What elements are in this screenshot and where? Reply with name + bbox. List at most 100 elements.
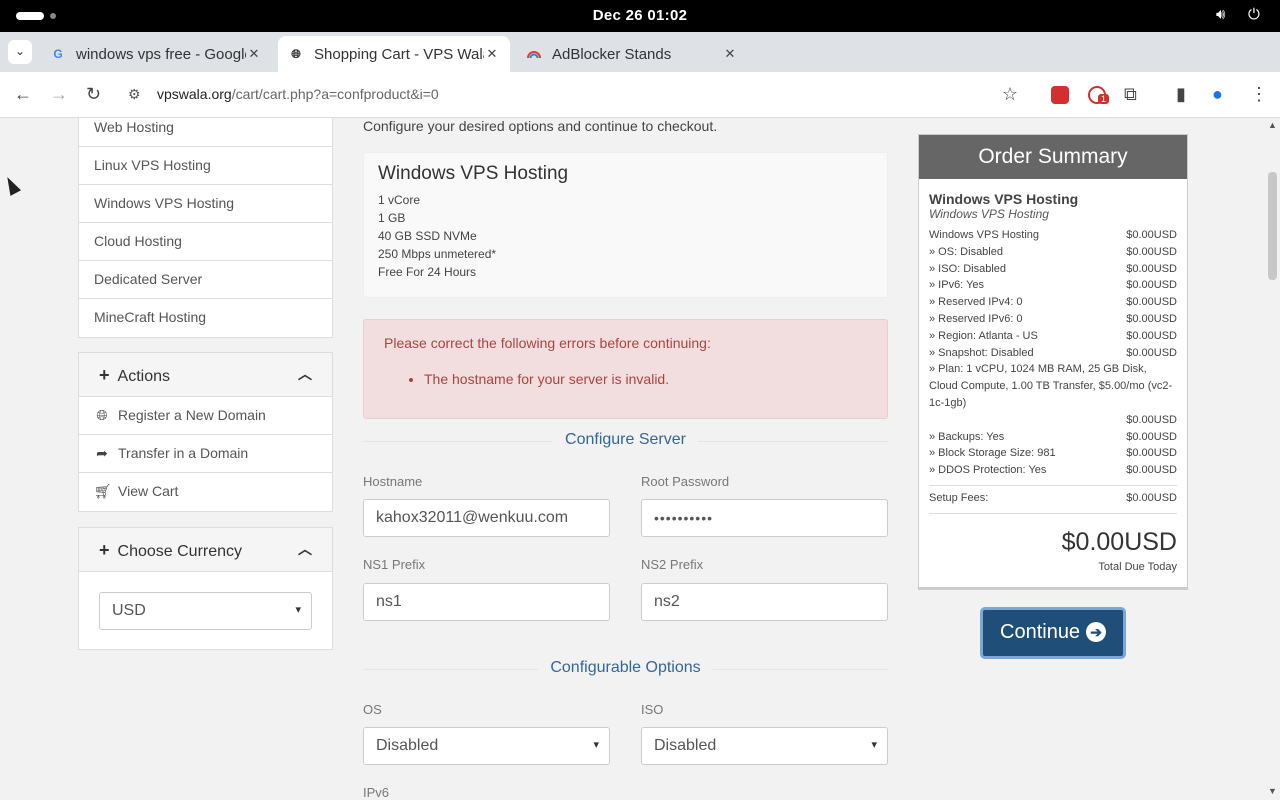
root-password-input[interactable]: •••••••••• — [641, 499, 888, 537]
reload-icon[interactable]: ↻ — [86, 84, 101, 104]
summary-line: » OS: Disabled $0.00USD — [929, 244, 1177, 261]
currency-select[interactable]: USD ▾ — [99, 592, 312, 630]
tab-adblocker[interactable]: AdBlocker Stands ✕ — [516, 36, 748, 72]
summary-line-label: » Backups: Yes — [929, 430, 1005, 443]
action-label: Transfer in a Domain — [118, 445, 249, 461]
configurable-options-heading: Configurable Options — [363, 659, 888, 677]
system-top-bar: Dec 26 01:02 🔊︎ ⏻ — [0, 0, 1280, 32]
os-select[interactable]: Disabled ▾ — [363, 727, 610, 765]
summary-line: » ISO: Disabled $0.00USD — [929, 261, 1177, 278]
scroll-down-arrow-icon[interactable]: ▼ — [1268, 786, 1277, 796]
profile-avatar-icon[interactable]: ● — [1212, 84, 1223, 104]
currency-panel-header[interactable]: + Choose Currency ︿ — [79, 528, 332, 572]
tab-google-search[interactable]: G windows vps free - Google ✕ — [40, 36, 272, 72]
root-password-label: Root Password — [641, 474, 730, 489]
summary-line-plan: » Plan: 1 vCPU, 1024 MB RAM, 25 GB Disk,… — [929, 361, 1177, 411]
summary-line-amount: $0.00USD — [1126, 346, 1177, 359]
chevron-down-icon: ▾ — [871, 739, 877, 751]
scroll-up-arrow-icon[interactable]: ▲ — [1268, 120, 1277, 130]
summary-line: » DDOS Protection: Yes $0.00USD — [929, 462, 1177, 479]
url-path: /cart/cart.php?a=confproduct&i=0 — [231, 86, 439, 102]
scrollbar-thumb[interactable] — [1268, 172, 1277, 280]
url-text[interactable]: vpswala.org/cart/cart.php?a=confproduct&… — [157, 86, 439, 102]
hostname-label: Hostname — [363, 474, 423, 489]
iso-select[interactable]: Disabled ▾ — [641, 727, 888, 765]
system-clock[interactable]: Dec 26 01:02 — [0, 7, 1280, 24]
tab-title: Shopping Cart - VPS Wala — [314, 45, 484, 63]
summary-separator — [929, 484, 1177, 486]
ns1-label: NS1 Prefix — [363, 557, 426, 572]
action-register-domain[interactable]: 🌐︎ Register a New Domain — [79, 397, 332, 435]
actions-panel-header[interactable]: + Actions ︿ — [79, 353, 332, 397]
side-panel-icon[interactable]: ▮ — [1176, 84, 1186, 104]
sidebar-item-cloud-hosting[interactable]: Cloud Hosting — [79, 223, 332, 261]
extension-badge: 1 — [1098, 94, 1110, 104]
volume-icon[interactable]: 🔊︎ — [1216, 6, 1225, 23]
extensions-puzzle-icon[interactable]: ⧉ — [1124, 84, 1137, 104]
close-tab-icon[interactable]: ✕ — [246, 46, 262, 62]
sidebar-item-dedicated-server[interactable]: Dedicated Server — [79, 261, 332, 299]
power-icon[interactable]: ⏻ — [1248, 6, 1260, 23]
configure-server-heading: Configure Server — [363, 431, 888, 449]
hostname-input[interactable]: kahox32011@wenkuu.com — [363, 499, 610, 537]
summary-line-label: » DDOS Protection: Yes — [929, 464, 1047, 477]
summary-setup-fees: Setup Fees: $0.00USD — [929, 490, 1177, 507]
summary-line: Windows VPS Hosting $0.00USD — [929, 227, 1177, 244]
summary-line-plan-amount: $0.00USD — [929, 412, 1177, 429]
product-spec: 40 GB SSD NVMe — [378, 229, 477, 243]
error-list: The hostname for your server is invalid. — [424, 371, 867, 387]
close-tab-icon[interactable]: ✕ — [484, 46, 500, 62]
forward-icon[interactable]: → — [50, 84, 68, 104]
web-page: Web Hosting Linux VPS Hosting Windows VP… — [0, 118, 1266, 800]
actions-title: Actions — [117, 368, 170, 385]
sidebar-item-web-hosting[interactable]: Web Hosting — [79, 118, 332, 147]
continue-button[interactable]: Continue ➔ — [980, 607, 1126, 659]
summary-line-amount: $0.00USD — [1126, 329, 1177, 342]
bookmark-star-icon[interactable]: ☆ — [1002, 84, 1018, 105]
tab-shopping-cart[interactable]: 🌐︎ Shopping Cart - VPS Wala ✕ — [278, 36, 510, 72]
ipv6-label: IPv6 — [363, 785, 390, 800]
error-heading: Please correct the following errors befo… — [384, 335, 711, 351]
action-transfer-domain[interactable]: ➦ Transfer in a Domain — [79, 435, 332, 473]
action-view-cart[interactable]: 🛒︎ View Cart — [79, 473, 332, 511]
order-summary: Order Summary Windows VPS Hosting Window… — [918, 134, 1188, 590]
menu-kebab-icon[interactable]: ⋮ — [1250, 84, 1268, 104]
close-tab-icon[interactable]: ✕ — [722, 46, 738, 62]
chevron-up-icon[interactable]: ︿ — [298, 364, 312, 384]
back-icon[interactable]: ← — [14, 84, 32, 104]
currency-panel: + Choose Currency ︿ USD ▾ — [78, 527, 333, 650]
chevron-up-icon[interactable]: ︿ — [298, 539, 312, 559]
product-spec: 1 vCore — [378, 193, 421, 207]
os-value: Disabled — [376, 737, 439, 754]
summary-line: » Region: Atlanta - US $0.00USD — [929, 328, 1177, 345]
ns1-input[interactable]: ns1 — [363, 583, 610, 621]
address-bar[interactable]: ⚙︎ vpswala.org/cart/cart.php?a=confprodu… — [118, 78, 1032, 112]
tab-search-button[interactable]: ⌄ — [8, 40, 32, 64]
error-item: The hostname for your server is invalid. — [424, 371, 867, 387]
sidebar-item-windows-vps[interactable]: Windows VPS Hosting — [79, 185, 332, 223]
summary-product-group: Windows VPS Hosting — [929, 207, 1049, 221]
ns2-input[interactable]: ns2 — [641, 583, 888, 621]
tab-strip: ⌄ G windows vps free - Google ✕ 🌐︎ Shopp… — [0, 32, 1280, 94]
cart-icon: 🛒︎ — [94, 483, 112, 499]
sidebar-item-minecraft[interactable]: MineCraft Hosting — [79, 299, 332, 337]
iso-label: ISO — [641, 702, 664, 717]
sidebar-item-linux-vps[interactable]: Linux VPS Hosting — [79, 147, 332, 185]
summary-line-label: » IPv6: Yes — [929, 279, 985, 292]
summary-line: » Block Storage Size: 981 $0.00USD — [929, 445, 1177, 462]
summary-line: » Reserved IPv4: 0 $0.00USD — [929, 294, 1177, 311]
summary-line-amount: $0.00USD — [1126, 464, 1177, 477]
plus-icon: + — [99, 540, 110, 560]
summary-line-label: » ISO: Disabled — [929, 262, 1007, 275]
continue-label: Continue — [1000, 621, 1081, 643]
rainbow-icon — [526, 46, 542, 62]
summary-line: » Backups: Yes $0.00USD — [929, 429, 1177, 446]
category-list: Web Hosting Linux VPS Hosting Windows VP… — [78, 118, 333, 338]
summary-line-amount: $0.00USD — [1126, 279, 1177, 292]
product-spec: 250 Mbps unmetered* — [378, 247, 497, 261]
site-info-icon[interactable]: ⚙︎ — [128, 86, 141, 103]
url-domain: vpswala.org — [157, 86, 232, 102]
summary-lines: Windows VPS Hosting $0.00USD » OS: Disabl… — [929, 227, 1177, 361]
extension-adblock-icon[interactable]: 1 — [1088, 86, 1110, 104]
extension-red-icon[interactable] — [1051, 86, 1069, 104]
